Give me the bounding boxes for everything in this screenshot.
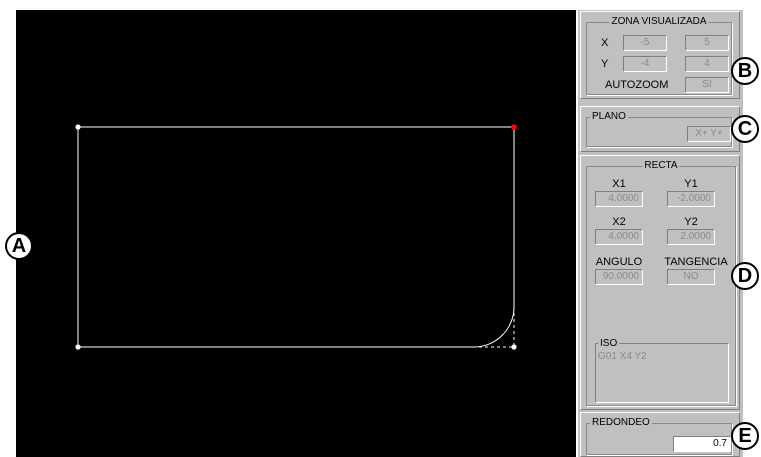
x-axis-label: X: [601, 37, 609, 49]
zona-group: ZONA VISUALIZADA X -5 5 Y -4 4 AUTOZOOM …: [586, 15, 732, 95]
zona-title: ZONA VISUALIZADA: [609, 15, 709, 29]
x-min-field[interactable]: -5: [623, 35, 667, 51]
vertex-point-bottom-left: [75, 344, 81, 350]
x2-field[interactable]: 4.0000: [595, 229, 643, 245]
iso-box: ISO G01 X4 Y2: [595, 337, 729, 403]
x-max-field[interactable]: 5: [685, 35, 729, 51]
plano-panel: PLANO X+ Y+: [580, 106, 740, 152]
callout-b: B: [731, 57, 759, 85]
redondeo-panel: REDONDEO 0.7: [580, 412, 740, 457]
callout-a: A: [5, 232, 33, 260]
vertex-point-bottom-right: [511, 344, 517, 350]
active-point-top-right: [511, 124, 517, 130]
y-axis-label: Y: [601, 58, 609, 70]
y1-label: Y1: [684, 178, 698, 190]
unrounded-corner-guide: [474, 307, 515, 348]
tangencia-label: TANGENCIA: [664, 256, 728, 268]
recta-group: RECTA X1 4.0000 Y1 -2.0000 X2 4.0000 Y2 …: [586, 159, 736, 406]
iso-title: ISO: [598, 337, 620, 351]
callout-d: D: [731, 262, 759, 290]
recta-title: RECTA: [642, 159, 680, 173]
contour-drawing: [75, 124, 517, 350]
plano-group: PLANO X+ Y+: [586, 110, 732, 147]
x1-field[interactable]: 4.0000: [595, 191, 643, 207]
tangencia-field[interactable]: NO: [667, 269, 715, 285]
angulo-label: ANGULO: [595, 256, 643, 268]
callout-e: E: [731, 422, 759, 450]
autozoom-field[interactable]: SI: [685, 77, 729, 93]
y1-field[interactable]: -2.0000: [667, 191, 715, 207]
autozoom-label: AUTOZOOM: [605, 79, 669, 91]
redondeo-title: REDONDEO: [590, 416, 652, 430]
vertex-point-top-left: [75, 124, 81, 130]
plano-title: PLANO: [590, 110, 628, 124]
y-max-field[interactable]: 4: [685, 56, 729, 72]
properties-sidebar: ZONA VISUALIZADA X -5 5 Y -4 4 AUTOZOOM …: [576, 10, 743, 457]
redondeo-group: REDONDEO 0.7: [586, 416, 732, 455]
redondeo-input[interactable]: 0.7: [673, 436, 731, 452]
profile-contour: [77, 126, 515, 348]
y2-label: Y2: [684, 216, 698, 228]
x1-label: X1: [612, 178, 626, 190]
iso-code-text: G01 X4 Y2: [598, 351, 647, 362]
zona-panel: ZONA VISUALIZADA X -5 5 Y -4 4 AUTOZOOM …: [580, 11, 740, 99]
angulo-field[interactable]: 90.0000: [595, 269, 643, 285]
y-min-field[interactable]: -4: [623, 56, 667, 72]
callout-c: C: [731, 115, 759, 143]
y2-field[interactable]: 2.0000: [667, 229, 715, 245]
plano-field[interactable]: X+ Y+: [687, 126, 731, 142]
x2-label: X2: [612, 216, 626, 228]
drawing-canvas[interactable]: [16, 10, 576, 457]
recta-panel: RECTA X1 4.0000 Y1 -2.0000 X2 4.0000 Y2 …: [580, 155, 740, 410]
